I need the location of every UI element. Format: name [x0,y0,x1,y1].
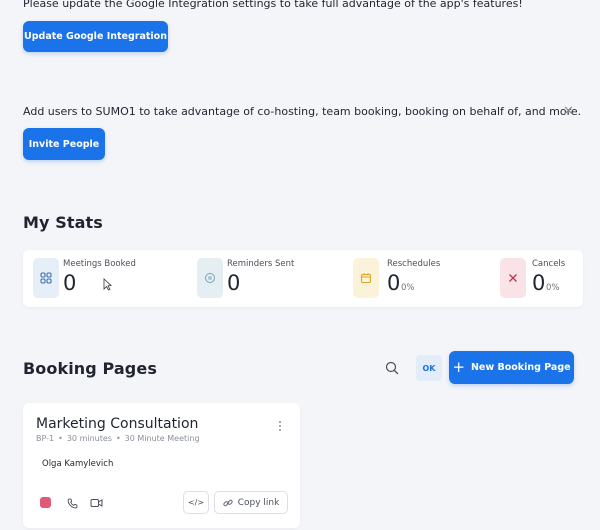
booking-page-meta: BP-1 • 30 minutes • 30 Minute Meeting [36,434,200,443]
new-booking-page-label: New Booking Page [470,362,571,373]
booking-page-meeting-type: 30 Minute Meeting [124,434,200,443]
code-icon: </> [187,498,205,507]
copy-link-label: Copy link [237,497,280,508]
booking-page-duration: 30 minutes [66,434,112,443]
google-integration-notice: Please update the Google Integration set… [23,0,523,10]
booking-page-card[interactable]: Marketing Consultation BP-1 • 30 minutes… [23,403,300,528]
stat-percent: 0% [546,283,560,293]
stat-value: 0 [63,271,77,295]
color-swatch [40,497,51,508]
booking-page-title: Marketing Consultation [36,416,199,432]
ok-button[interactable]: OK [416,355,442,381]
stat-meetings-booked: Meetings Booked 0 [31,258,181,300]
update-google-integration-button[interactable]: Update Google Integration [23,21,168,52]
phone-icon [65,496,79,510]
stat-percent: 0% [401,283,415,293]
more-options-icon[interactable] [277,418,283,432]
copy-link-button[interactable]: Copy link [214,491,288,514]
bell-icon [197,258,223,298]
invite-users-notice: Add users to SUMO1 to take advantage of … [23,105,582,118]
stat-value: 0 [532,271,546,295]
embed-code-button[interactable]: </> [183,491,209,514]
booking-pages-title: Booking Pages [23,359,157,378]
stat-reschedules: Reschedules 0 0% [353,258,483,300]
new-booking-page-button[interactable]: + New Booking Page [449,351,574,384]
stat-label: Meetings Booked [63,259,136,269]
stat-reminders-sent: Reminders Sent 0 [195,258,345,300]
invite-people-button[interactable]: Invite People [23,128,105,160]
stat-value: 0 [387,271,401,295]
my-stats-title: My Stats [23,213,103,232]
search-icon [385,361,399,375]
stat-label: Cancels [532,259,566,269]
plus-icon: + [452,358,465,376]
x-icon [500,258,526,298]
cursor-icon [103,276,112,295]
booking-page-host: Olga Kamylevich [42,459,114,469]
grid-icon [33,258,59,298]
stats-panel: Meetings Booked 0 Reminders Sent 0 Resch… [23,250,583,307]
search-button[interactable] [381,357,403,379]
stat-label: Reminders Sent [227,259,295,269]
link-icon [223,499,233,506]
stat-value: 0 [227,271,241,295]
booking-page-code: BP-1 [36,434,55,443]
stat-label: Reschedules [387,259,441,269]
video-icon [89,496,103,510]
calendar-icon [353,258,379,298]
stat-cancels: Cancels 0 0% [500,258,580,300]
close-icon[interactable]: ✕ [563,105,574,118]
